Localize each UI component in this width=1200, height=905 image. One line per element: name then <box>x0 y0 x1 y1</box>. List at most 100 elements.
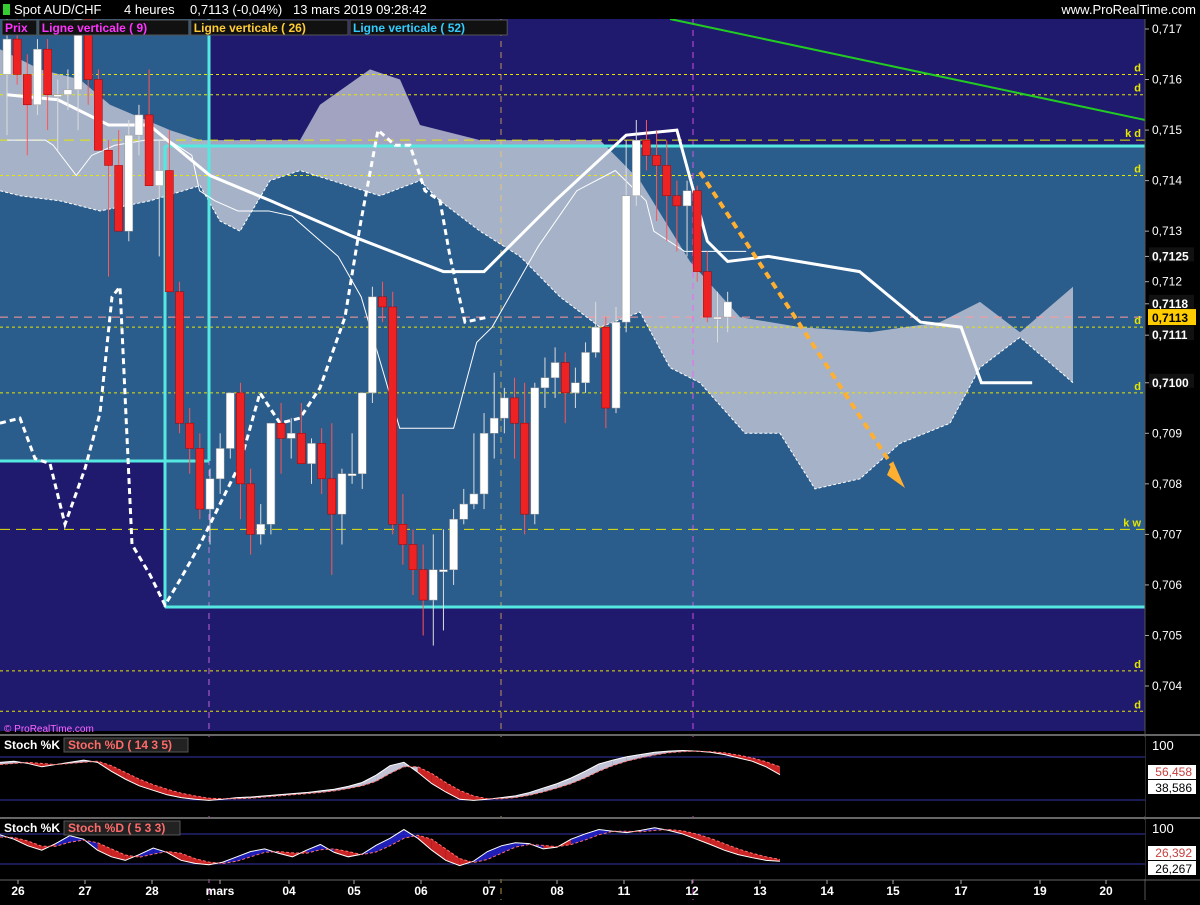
legend-item-3[interactable]: Ligne verticale ( 52) <box>353 21 465 35</box>
candle-54[interactable] <box>550 362 560 378</box>
time-tick-5: 05 <box>347 884 361 898</box>
candle-40[interactable] <box>408 544 418 571</box>
candle-59[interactable] <box>601 326 611 409</box>
timeframe-label: 4 heures <box>124 2 175 17</box>
candle-53[interactable] <box>540 377 550 389</box>
candle-6[interactable] <box>63 89 73 95</box>
candle-31[interactable] <box>317 443 326 480</box>
candle-61[interactable] <box>621 195 631 323</box>
candle-68[interactable] <box>692 190 702 272</box>
time-tick-9: 11 <box>618 884 631 898</box>
candle-9[interactable] <box>94 79 103 151</box>
price-tick-10: 0,709 <box>1152 426 1182 440</box>
chart-type-icon[interactable] <box>3 4 10 15</box>
candle-33[interactable] <box>337 473 347 515</box>
indicator-legend[interactable]: Prix Ligne verticale ( 9) Ligne verticale … <box>1 19 508 36</box>
candle-56[interactable] <box>571 382 580 394</box>
candle-52[interactable] <box>530 387 540 515</box>
candle-65[interactable] <box>662 165 671 197</box>
chart-canvas[interactable]: 0,717 0,716 0,715 0,714 0,713 0,7125 0,712 0,71… <box>0 0 1200 900</box>
candle-55[interactable] <box>561 362 570 394</box>
site-label: www.ProRealTime.com <box>1060 2 1196 17</box>
time-tick-16: 20 <box>1099 884 1113 898</box>
time-tick-2: 28 <box>145 884 159 898</box>
candle-5[interactable] <box>53 94 62 97</box>
candle-62[interactable] <box>632 139 641 197</box>
candle-22[interactable] <box>226 392 235 449</box>
candle-45[interactable] <box>459 503 468 520</box>
candle-23[interactable] <box>236 392 245 485</box>
candle-25[interactable] <box>256 524 265 535</box>
candle-27[interactable] <box>276 422 286 439</box>
time-tick-15: 19 <box>1033 884 1047 898</box>
candle-26[interactable] <box>266 422 276 525</box>
candle-64[interactable] <box>652 155 661 166</box>
candle-41[interactable] <box>418 569 428 601</box>
candle-36[interactable] <box>368 296 377 394</box>
candle-67[interactable] <box>682 190 692 207</box>
candle-71[interactable] <box>723 301 732 318</box>
candle-3[interactable] <box>33 48 42 106</box>
candle-4[interactable] <box>43 48 52 95</box>
candle-21[interactable] <box>215 448 225 480</box>
level-mark-2: k d <box>1125 128 1141 140</box>
candle-1[interactable] <box>12 38 22 75</box>
candle-20[interactable] <box>205 478 215 510</box>
stoch1-k-label: Stoch %K <box>4 738 60 752</box>
legend-item-2[interactable]: Ligne verticale ( 26) <box>194 21 306 35</box>
candle-39[interactable] <box>398 524 408 545</box>
candle-38[interactable] <box>388 306 397 525</box>
candle-30[interactable] <box>307 443 316 464</box>
candle-0[interactable] <box>2 38 12 75</box>
stoch2-k-value: 26,267 <box>1155 862 1192 876</box>
level-mark-7: d <box>1134 659 1141 671</box>
candle-66[interactable] <box>672 195 682 207</box>
candle-19[interactable] <box>195 448 205 510</box>
candle-28[interactable] <box>286 433 296 439</box>
candle-11[interactable] <box>114 165 123 232</box>
candle-43[interactable] <box>439 569 448 573</box>
candle-35[interactable] <box>358 392 367 474</box>
candle-34[interactable] <box>347 473 357 476</box>
candle-47[interactable] <box>479 433 489 495</box>
price-tick-2: 0,715 <box>1152 123 1182 137</box>
candle-24[interactable] <box>246 483 255 535</box>
time-tick-6: 06 <box>414 884 428 898</box>
candle-49[interactable] <box>500 397 509 419</box>
candle-15[interactable] <box>155 170 164 186</box>
candle-69[interactable] <box>703 271 712 318</box>
candle-57[interactable] <box>581 352 590 384</box>
price-tick-1: 0,716 <box>1152 73 1182 87</box>
candle-18[interactable] <box>185 422 194 449</box>
candle-42[interactable] <box>429 569 438 601</box>
candle-46[interactable] <box>469 493 479 505</box>
legend-item-1[interactable]: Ligne verticale ( 9) <box>42 21 147 35</box>
candle-10[interactable] <box>104 150 113 166</box>
candle-63[interactable] <box>642 139 651 156</box>
candle-48[interactable] <box>489 417 499 434</box>
price-tick-13: 0,706 <box>1152 578 1182 592</box>
time-tick-4: 04 <box>282 884 296 898</box>
candle-50[interactable] <box>510 397 519 424</box>
candle-51[interactable] <box>520 422 529 515</box>
stoch2-top-tick: 100 <box>1152 821 1174 836</box>
candle-13[interactable] <box>134 114 144 136</box>
level-mark-4: d <box>1134 315 1141 327</box>
chart-window: 0,717 0,716 0,715 0,714 0,713 0,7125 0,712 0,71… <box>0 0 1200 900</box>
candle-2[interactable] <box>23 74 32 106</box>
legend-item-0[interactable]: Prix <box>5 21 28 35</box>
candle-60[interactable] <box>611 321 621 409</box>
candle-44[interactable] <box>449 518 458 571</box>
candle-14[interactable] <box>144 114 154 186</box>
time-tick-12: 14 <box>820 884 834 898</box>
candle-17[interactable] <box>175 291 184 424</box>
candle-37[interactable] <box>378 296 387 308</box>
time-tick-10: 12 <box>685 884 699 898</box>
candle-58[interactable] <box>591 326 600 353</box>
candle-12[interactable] <box>124 134 134 232</box>
time-tick-7: 07 <box>482 884 496 898</box>
candle-16[interactable] <box>165 170 174 293</box>
candle-70[interactable] <box>713 316 722 320</box>
candle-32[interactable] <box>327 478 337 515</box>
candle-29[interactable] <box>297 433 306 464</box>
